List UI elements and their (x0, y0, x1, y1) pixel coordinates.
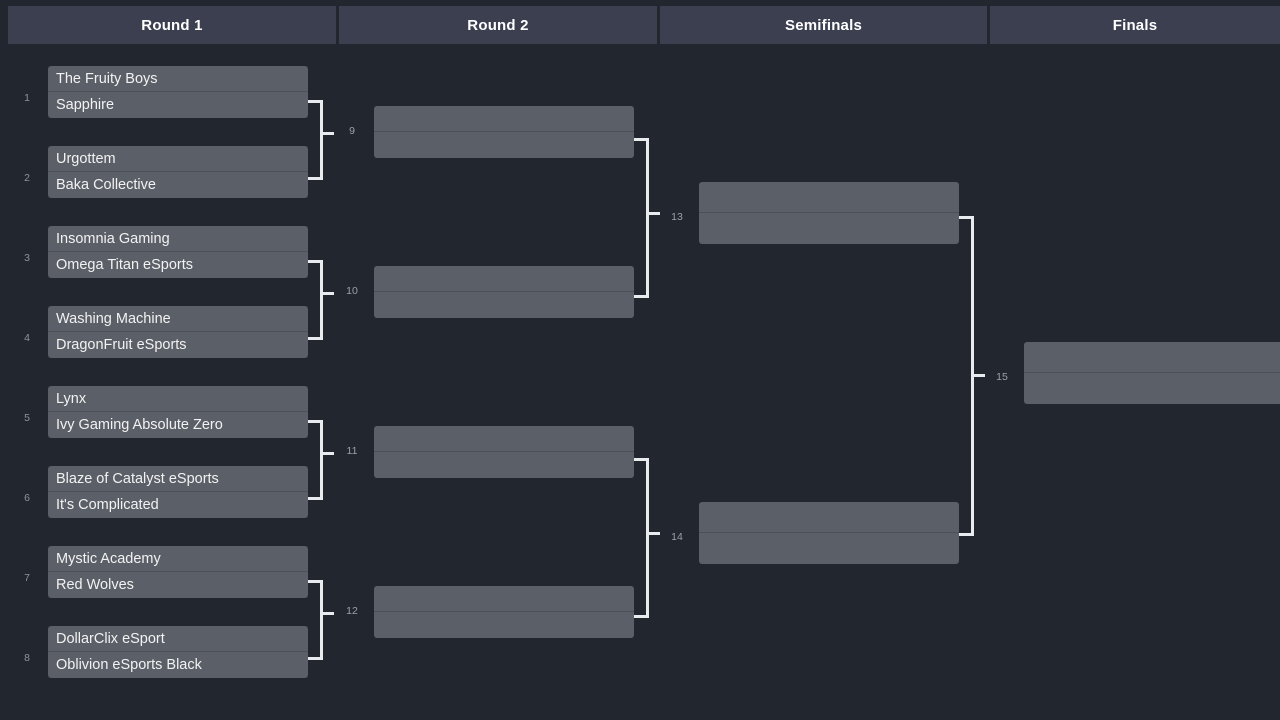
seed-number-7: 7 (24, 572, 30, 584)
match-slot-team[interactable]: Red Wolves (48, 572, 308, 598)
seed-number-1: 1 (24, 92, 30, 104)
match-slot-team[interactable] (699, 182, 959, 213)
match-slot-team[interactable]: Mystic Academy (48, 546, 308, 572)
seed-number-4: 4 (24, 332, 30, 344)
connector-line (634, 138, 649, 141)
match-8[interactable]: DollarClix eSport Oblivion eSports Black (48, 626, 308, 678)
match-15[interactable] (1024, 342, 1280, 404)
match-4[interactable]: Washing Machine DragonFruit eSports (48, 306, 308, 358)
match-10[interactable] (374, 266, 634, 318)
connector-line (320, 580, 323, 660)
match-slot-team[interactable] (374, 426, 634, 452)
match-9[interactable] (374, 106, 634, 158)
match-slot-team[interactable] (1024, 373, 1280, 404)
connector-line (634, 458, 649, 461)
match-slot-team[interactable] (374, 612, 634, 638)
match-number-10: 10 (346, 285, 358, 297)
match-slot-team[interactable]: The Fruity Boys (48, 66, 308, 92)
match-slot-team[interactable]: Sapphire (48, 92, 308, 118)
round-header-finals[interactable]: Finals (990, 6, 1280, 44)
round-header-round-1[interactable]: Round 1 (8, 6, 336, 44)
match-slot-team[interactable] (1024, 342, 1280, 373)
connector-line (308, 260, 323, 263)
round-header-label: Semifinals (784, 16, 863, 34)
match-slot-team[interactable]: Blaze of Catalyst eSports (48, 466, 308, 492)
connector-line (308, 580, 323, 583)
connector-line (308, 177, 323, 180)
match-11[interactable] (374, 426, 634, 478)
match-slot-team[interactable]: Urgottem (48, 146, 308, 172)
match-6[interactable]: Blaze of Catalyst eSports It's Complicat… (48, 466, 308, 518)
connector-line (959, 216, 974, 219)
connector-line (634, 615, 649, 618)
match-slot-team[interactable] (374, 132, 634, 158)
connector-line (634, 295, 649, 298)
connector-line (308, 497, 323, 500)
seed-number-3: 3 (24, 252, 30, 264)
match-1[interactable]: The Fruity Boys Sapphire (48, 66, 308, 118)
round-header-round-2[interactable]: Round 2 (339, 6, 657, 44)
connector-line (320, 132, 334, 135)
connector-line (646, 138, 649, 298)
match-slot-team[interactable] (374, 292, 634, 318)
connector-line (971, 374, 985, 377)
round-header-semifinals[interactable]: Semifinals (660, 6, 987, 44)
connector-line (308, 100, 323, 103)
connector-line (308, 657, 323, 660)
match-slot-team[interactable] (699, 213, 959, 244)
match-number-14: 14 (671, 531, 683, 543)
match-slot-team[interactable]: Insomnia Gaming (48, 226, 308, 252)
match-number-12: 12 (346, 605, 358, 617)
round-header-row: Round 1 Round 2 Semifinals Finals (0, 0, 1280, 46)
tournament-bracket-page: Round 1 Round 2 Semifinals Finals 1 The … (0, 0, 1280, 720)
match-13[interactable] (699, 182, 959, 244)
connector-line (646, 212, 660, 215)
match-number-13: 13 (671, 211, 683, 223)
match-number-15: 15 (996, 371, 1008, 383)
seed-number-8: 8 (24, 652, 30, 664)
match-slot-team[interactable] (374, 106, 634, 132)
match-number-11: 11 (346, 445, 358, 457)
seed-number-6: 6 (24, 492, 30, 504)
match-14[interactable] (699, 502, 959, 564)
seed-number-2: 2 (24, 172, 30, 184)
seed-number-5: 5 (24, 412, 30, 424)
match-slot-team[interactable]: Omega Titan eSports (48, 252, 308, 278)
match-slot-team[interactable]: DragonFruit eSports (48, 332, 308, 358)
match-slot-team[interactable]: It's Complicated (48, 492, 308, 518)
connector-line (320, 292, 334, 295)
connector-line (320, 612, 334, 615)
match-7[interactable]: Mystic Academy Red Wolves (48, 546, 308, 598)
connector-line (320, 100, 323, 180)
match-slot-team[interactable]: Ivy Gaming Absolute Zero (48, 412, 308, 438)
connector-line (320, 452, 334, 455)
match-slot-team[interactable]: Washing Machine (48, 306, 308, 332)
connector-line (308, 420, 323, 423)
match-slot-team[interactable] (699, 533, 959, 564)
match-slot-team[interactable] (374, 266, 634, 292)
connector-line (646, 458, 649, 618)
connector-line (959, 533, 974, 536)
match-number-9: 9 (349, 125, 355, 137)
connector-line (320, 420, 323, 500)
match-slot-team[interactable]: Lynx (48, 386, 308, 412)
match-5[interactable]: Lynx Ivy Gaming Absolute Zero (48, 386, 308, 438)
match-slot-team[interactable] (374, 452, 634, 478)
connector-line (308, 337, 323, 340)
match-3[interactable]: Insomnia Gaming Omega Titan eSports (48, 226, 308, 278)
connector-line (646, 532, 660, 535)
round-header-label: Round 2 (467, 16, 529, 34)
match-12[interactable] (374, 586, 634, 638)
match-slot-team[interactable]: Oblivion eSports Black (48, 652, 308, 678)
match-2[interactable]: Urgottem Baka Collective (48, 146, 308, 198)
match-slot-team[interactable]: Baka Collective (48, 172, 308, 198)
round-header-label: Round 1 (141, 16, 203, 34)
match-slot-team[interactable] (699, 502, 959, 533)
bracket-canvas: 1 The Fruity Boys Sapphire 2 Urgottem Ba… (0, 46, 1280, 720)
connector-line (320, 260, 323, 340)
round-header-label: Finals (1112, 16, 1158, 34)
match-slot-team[interactable]: DollarClix eSport (48, 626, 308, 652)
match-slot-team[interactable] (374, 586, 634, 612)
